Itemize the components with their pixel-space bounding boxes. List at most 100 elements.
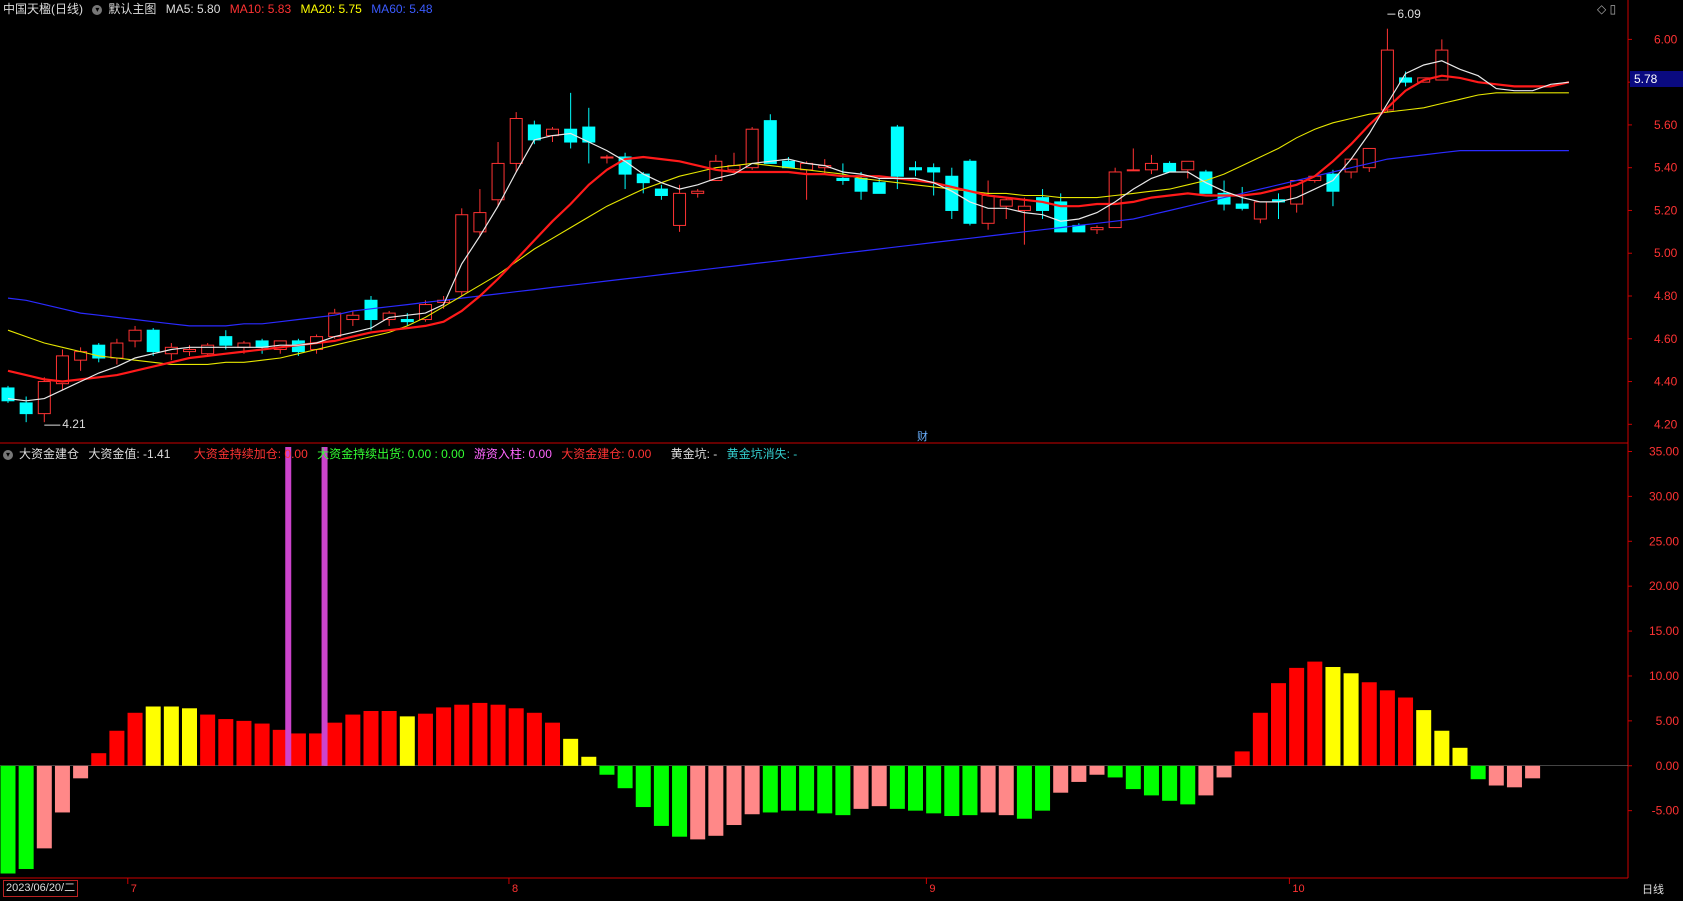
diamond-icon[interactable]: ◇ — [1597, 2, 1606, 16]
candle-body — [219, 336, 233, 346]
hist-bar — [1434, 730, 1450, 766]
y-tick-label: 4.60 — [1654, 332, 1678, 346]
hist-bar — [145, 706, 161, 766]
candle-body — [909, 167, 922, 171]
hist-bar — [817, 765, 833, 814]
hist-bar — [200, 714, 216, 766]
extreme-label: 6.09 — [1397, 7, 1421, 21]
hist-bar — [363, 710, 379, 766]
candle-body — [183, 348, 196, 353]
candle-body — [600, 156, 614, 159]
hist-bar — [1398, 697, 1414, 766]
indicator-y-tick-label: 10.00 — [1649, 669, 1679, 683]
hist-bar — [1452, 747, 1468, 766]
candle-body — [1181, 160, 1195, 171]
indicator-y-tick-label: -5.00 — [1652, 804, 1680, 818]
candle-body — [981, 194, 995, 224]
candle-body — [673, 192, 687, 226]
hist-bar — [1416, 710, 1432, 766]
candle-body — [146, 329, 160, 353]
candle-body — [1036, 197, 1050, 211]
hist-bar — [1488, 765, 1504, 786]
hist-bar — [163, 706, 179, 766]
candle-body — [1017, 205, 1031, 211]
hist-bar — [889, 765, 905, 809]
main-chart-header: 中国天楹(日线) ▾ 默认主图 MA5: 5.80 MA10: 5.83 MA20… — [3, 0, 439, 17]
indicator-y-tick-label: 25.00 — [1649, 534, 1679, 548]
panel-toggle-icon[interactable]: ▯ — [1610, 2, 1617, 16]
indicator-field-build: 大资金建仓: 0.00 — [561, 447, 652, 461]
hist-bar — [1125, 765, 1141, 790]
indicator-y-tick-label: 30.00 — [1649, 489, 1679, 503]
ma10-line — [7, 74, 1570, 383]
month-label: 7 — [131, 883, 137, 895]
hist-bar — [508, 708, 524, 766]
hist-bar — [236, 720, 252, 766]
hist-bar — [73, 765, 89, 779]
hist-bar — [381, 710, 397, 766]
hist-bar — [1198, 765, 1214, 796]
hist-bar — [54, 765, 70, 813]
hist-bar — [1307, 661, 1323, 766]
hist-bar — [327, 722, 343, 766]
candle-body — [691, 190, 705, 194]
hist-bar — [744, 765, 760, 815]
hist-bar — [1143, 765, 1159, 796]
hist-bar — [1470, 765, 1486, 780]
hist-bar — [1016, 765, 1032, 819]
hist-bar — [653, 765, 669, 826]
hist-bar — [617, 765, 633, 789]
hist-bar — [1180, 765, 1196, 805]
hist-bar — [708, 765, 724, 836]
hist-bar — [908, 765, 923, 811]
indicator-dropdown-icon[interactable]: ▾ — [3, 449, 13, 460]
hist-bar — [545, 722, 560, 766]
candle-body — [1344, 158, 1358, 173]
candle-body — [1126, 169, 1140, 172]
hist-bar — [799, 765, 815, 811]
ma5-line — [7, 60, 1569, 402]
hist-bar — [635, 765, 651, 808]
hist-bar — [1252, 712, 1268, 766]
indicator-field-out: 大资金持续出货: 0.00 : 0.00 — [317, 447, 465, 461]
candle-body — [1380, 49, 1394, 111]
hist-bar — [563, 738, 579, 766]
candle-body — [999, 199, 1013, 207]
ma60-label: MA60: 5.48 — [371, 2, 433, 16]
y-tick-label: 4.40 — [1654, 375, 1678, 389]
candle-body — [201, 344, 215, 355]
y-tick-label: 4.20 — [1654, 417, 1678, 431]
candle-body — [237, 342, 251, 348]
settings-dropdown-icon[interactable]: ▾ — [92, 4, 103, 15]
hist-bar — [436, 707, 452, 766]
hist-bar — [853, 765, 869, 809]
candle-body — [19, 402, 33, 415]
hist-bar — [1216, 765, 1232, 778]
hist-bar — [36, 765, 52, 849]
period-label[interactable]: 日线 — [1642, 881, 1664, 897]
symbol-title[interactable]: 中国天楹(日线) — [3, 2, 83, 16]
candle-body — [37, 381, 51, 415]
hist-bar — [780, 765, 796, 811]
hist-bar — [1035, 765, 1051, 811]
indicator-name[interactable]: 大资金建仓 — [19, 447, 79, 461]
ma10-label: MA10: 5.83 — [229, 2, 292, 16]
candle-body — [491, 162, 505, 201]
template-name[interactable]: 默认主图 — [108, 2, 156, 16]
hist-bar — [1361, 682, 1377, 766]
indicator-y-tick-label: 20.00 — [1649, 579, 1679, 593]
hist-bar — [1071, 765, 1087, 782]
hist-bar — [762, 765, 778, 813]
hist-bar — [490, 704, 506, 766]
hist-bar — [182, 708, 197, 766]
hist-bar — [1343, 673, 1359, 766]
indicator-field-hot: 游资入柱: 0.00 — [473, 447, 552, 461]
hist-bar — [1107, 765, 1123, 778]
hist-bar — [345, 714, 361, 766]
hist-bar — [1525, 765, 1541, 779]
indicator-y-tick-label: 5.00 — [1656, 714, 1680, 728]
hist-bar — [1289, 667, 1305, 766]
hist-bar — [926, 765, 942, 814]
hist-bar — [871, 765, 887, 807]
candle-body — [763, 120, 777, 164]
